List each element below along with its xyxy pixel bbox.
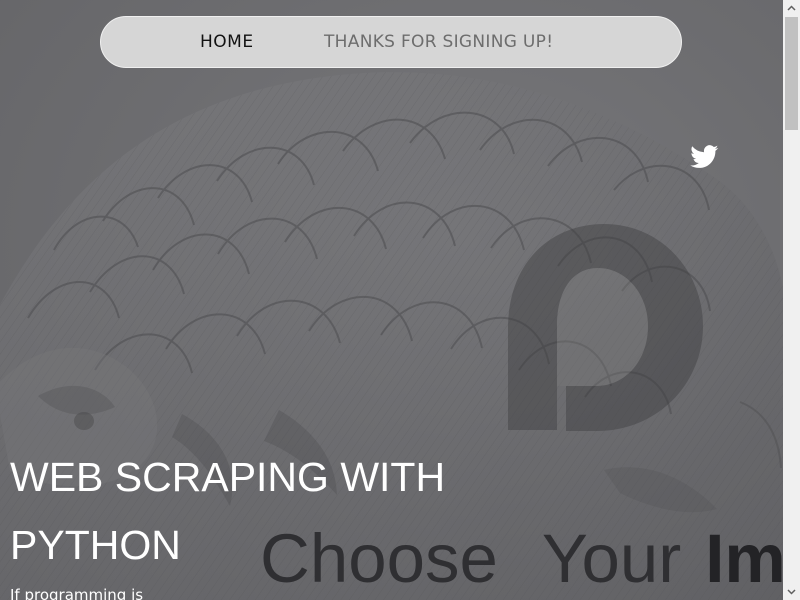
nav-link-home[interactable]: HOME: [200, 32, 254, 52]
browser-viewport: HOME THANKS FOR SIGNING UP! WEB SCRAPING…: [0, 0, 800, 600]
cover-text-word-your: Your: [541, 520, 682, 597]
scroll-up-arrow-icon[interactable]: [783, 0, 800, 17]
landing-page: HOME THANKS FOR SIGNING UP! WEB SCRAPING…: [0, 0, 783, 600]
background-cover-text: Choose Your Im: [260, 519, 783, 598]
intro-text: If programming is: [10, 586, 144, 600]
cover-text-word-choose: Choose: [260, 520, 498, 597]
page-title-line-1: WEB SCRAPING WITH: [10, 454, 446, 500]
top-navigation: HOME THANKS FOR SIGNING UP!: [100, 16, 682, 68]
twitter-icon[interactable]: [690, 145, 719, 169]
scroll-down-arrow-icon[interactable]: [783, 583, 800, 600]
nav-link-thanks-for-signing-up[interactable]: THANKS FOR SIGNING UP!: [324, 32, 553, 52]
scrollbar-thumb[interactable]: [785, 17, 798, 130]
cover-text-word-im: Im: [705, 520, 783, 597]
vertical-scrollbar[interactable]: [783, 0, 800, 600]
